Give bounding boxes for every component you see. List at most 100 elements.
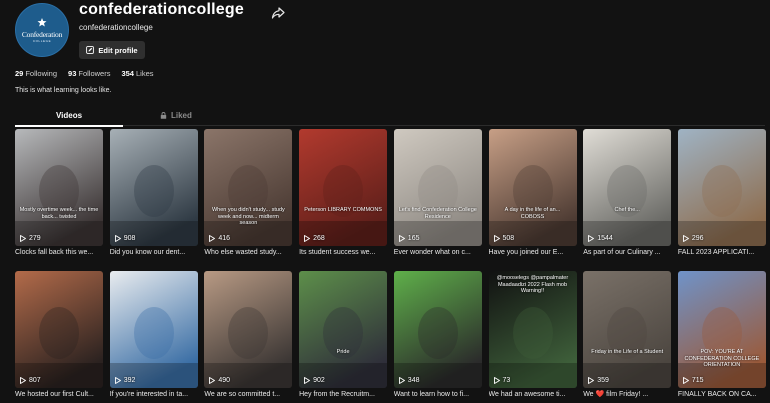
- video-tile[interactable]: 296 FALL 2023 APPLICATI...: [677, 129, 766, 258]
- thumbnail-overlay-text: Peterson LIBRARY COMMONS: [304, 207, 382, 213]
- video-thumbnail[interactable]: Friday in the Life of a Student 359: [583, 271, 672, 388]
- avatar-logo-text: Confederation: [21, 30, 63, 39]
- video-caption[interactable]: FINALLY BACK ON CA...: [678, 390, 766, 400]
- video-caption[interactable]: FALL 2023 APPLICATI...: [678, 248, 766, 258]
- video-caption[interactable]: Ever wonder what on c...: [394, 248, 482, 258]
- avatar[interactable]: Confederation COLLEGE: [15, 3, 69, 57]
- video-tile[interactable]: 392 If you're interested in ta...: [109, 271, 198, 400]
- tab-liked-label: Liked: [171, 111, 192, 120]
- thumbnail-image: [583, 129, 672, 246]
- video-tile[interactable]: 908 Did you know our dent...: [109, 129, 198, 258]
- view-count-value: 73: [502, 377, 511, 384]
- video-thumbnail[interactable]: Let's find Confederation College Residen…: [393, 129, 482, 246]
- view-count: 348: [398, 377, 419, 384]
- tab-liked[interactable]: Liked: [160, 111, 210, 120]
- thumbnail-overlay-text: Mostly overtime week... the time back...…: [19, 207, 99, 220]
- video-tile[interactable]: Pride 902 Hey from the Recruitm...: [299, 271, 388, 400]
- thumbnail-overlay-text: A day in the life of an... COBOSS: [504, 207, 561, 220]
- video-tile[interactable]: 348 Want to learn how to fi...: [393, 271, 482, 400]
- video-tile[interactable]: Peterson LIBRARY COMMONS 268 Its student s…: [299, 129, 388, 258]
- thumbnail-overlay-text: POV: YOU'RE AT CONFEDERATION COLLEGE ORI…: [684, 349, 760, 368]
- video-tile[interactable]: When you didn't study... study week and …: [204, 129, 293, 258]
- video-thumbnail[interactable]: Mostly overtime week... the time back...…: [15, 129, 103, 246]
- view-count: 908: [114, 235, 135, 242]
- video-caption[interactable]: Did you know our dent...: [110, 248, 198, 258]
- play-icon: [209, 235, 216, 242]
- thumbnail-image: [109, 129, 198, 246]
- play-icon: [398, 235, 405, 242]
- video-thumbnail[interactable]: 490: [204, 271, 293, 388]
- share-icon[interactable]: [271, 6, 285, 20]
- video-caption[interactable]: We hosted our first Cult...: [15, 390, 103, 400]
- video-thumbnail[interactable]: 807: [15, 271, 103, 388]
- video-caption[interactable]: We are so committed t...: [204, 390, 292, 400]
- video-thumbnail[interactable]: 296: [677, 129, 766, 246]
- edit-profile-button[interactable]: Edit profile: [79, 41, 145, 59]
- video-thumbnail[interactable]: 392: [109, 271, 198, 388]
- thumbnail-overlay-text: When you didn't study... study week and …: [211, 207, 285, 226]
- video-caption[interactable]: Want to learn how to fi...: [394, 390, 482, 400]
- view-count: 165: [398, 235, 419, 242]
- view-count-value: 807: [29, 377, 41, 384]
- thumbnail-overlay-text: Pride: [336, 349, 350, 355]
- profile-username: confederationcollege: [79, 1, 244, 18]
- video-tile[interactable]: Friday in the Life of a Student 359 We ❤️ …: [583, 271, 672, 400]
- video-thumbnail[interactable]: Chef the... 1544: [583, 129, 672, 246]
- following-count: 29: [15, 69, 24, 78]
- view-count-value: 1544: [597, 235, 613, 242]
- thumbnail-image: [15, 271, 103, 388]
- followers-label: Followers: [78, 69, 111, 78]
- video-thumbnail[interactable]: A day in the life of an... COBOSS 508: [488, 129, 577, 246]
- video-caption[interactable]: Who else wasted study...: [204, 248, 292, 258]
- edit-icon: [86, 46, 95, 54]
- view-count-value: 279: [29, 235, 41, 242]
- video-tile[interactable]: 807 We hosted our first Cult...: [15, 271, 103, 400]
- following-stat[interactable]: 29 Following: [15, 69, 57, 78]
- play-icon: [304, 235, 311, 242]
- play-icon: [304, 377, 311, 384]
- video-tile[interactable]: A day in the life of an... COBOSS 508 Have…: [488, 129, 577, 258]
- video-thumbnail[interactable]: 348: [393, 271, 482, 388]
- active-tab-indicator: [15, 125, 123, 127]
- view-count: 296: [682, 235, 704, 242]
- video-caption[interactable]: As part of our Culinary ...: [583, 248, 671, 258]
- followers-count: 93: [68, 69, 77, 78]
- profile-tabs: Videos Liked: [15, 107, 765, 127]
- video-caption[interactable]: We had an awesome ti...: [489, 390, 577, 400]
- video-tile[interactable]: Mostly overtime week... the time back...…: [15, 129, 103, 258]
- video-caption[interactable]: Have you joined our E...: [489, 248, 577, 258]
- play-icon: [493, 377, 500, 384]
- video-thumbnail[interactable]: 908: [109, 129, 198, 246]
- thumbnail-image: [583, 271, 672, 388]
- video-tile[interactable]: Let's find Confederation College Residen…: [393, 129, 482, 258]
- play-icon: [20, 377, 26, 384]
- play-icon: [114, 377, 121, 384]
- edit-profile-label: Edit profile: [98, 45, 138, 55]
- video-tile[interactable]: Chef the... 1544 As part of our Culinary .…: [583, 129, 672, 258]
- video-caption[interactable]: Hey from the Recruitm...: [299, 390, 387, 400]
- video-caption[interactable]: Clocks fall back this we...: [15, 248, 103, 258]
- video-thumbnail[interactable]: POV: YOU'RE AT CONFEDERATION COLLEGE ORI…: [677, 271, 766, 388]
- view-count: 73: [493, 377, 511, 384]
- video-caption[interactable]: Its student success we...: [299, 248, 387, 258]
- thumbnail-overlay-text: Chef the...: [614, 207, 640, 213]
- play-icon: [588, 235, 595, 242]
- video-caption[interactable]: We ❤️ film Friday! ...: [583, 390, 671, 400]
- likes-count: 354: [121, 69, 134, 78]
- video-tile[interactable]: POV: YOU'RE AT CONFEDERATION COLLEGE ORI…: [677, 271, 766, 400]
- play-icon: [682, 235, 689, 242]
- video-thumbnail[interactable]: Peterson LIBRARY COMMONS 268: [299, 129, 388, 246]
- following-label: Following: [25, 69, 58, 78]
- video-caption[interactable]: If you're interested in ta...: [110, 390, 198, 400]
- video-thumbnail[interactable]: When you didn't study... study week and …: [204, 129, 293, 246]
- view-count-value: 715: [691, 377, 704, 384]
- view-count-value: 268: [313, 235, 325, 242]
- followers-stat[interactable]: 93 Followers: [68, 69, 110, 78]
- play-icon: [20, 235, 26, 242]
- video-thumbnail[interactable]: Pride 902: [299, 271, 388, 388]
- video-tile[interactable]: 490 We are so committed t...: [204, 271, 293, 400]
- video-thumbnail[interactable]: @mooselegs @pampalmater Maadaadizi 2022 …: [488, 271, 577, 388]
- tab-videos[interactable]: Videos: [15, 111, 123, 120]
- video-tile[interactable]: @mooselegs @pampalmater Maadaadizi 2022 …: [488, 271, 577, 400]
- thumbnail-image: [488, 129, 577, 246]
